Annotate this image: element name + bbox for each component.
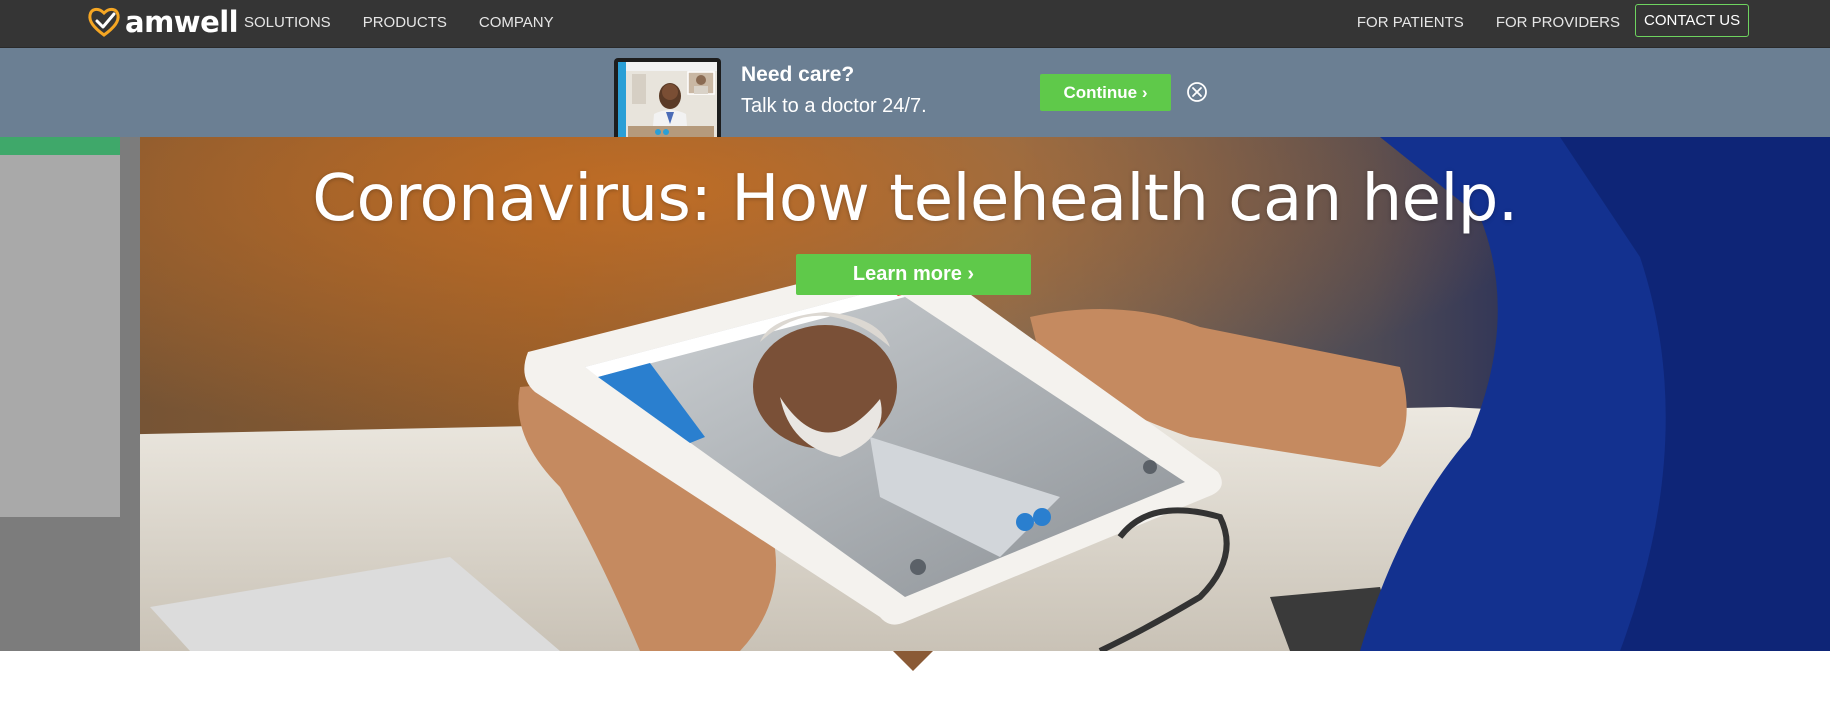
nav-for-providers[interactable]: FOR PROVIDERS <box>1496 14 1620 31</box>
learn-more-button[interactable]: Learn more › <box>796 254 1031 295</box>
nav-solutions[interactable]: SOLUTIONS <box>244 14 331 31</box>
amwell-logo[interactable]: amwell <box>87 4 239 40</box>
primary-nav: SOLUTIONS PRODUCTS COMPANY <box>244 0 586 44</box>
need-care-heading: Need care? <box>741 63 855 86</box>
heart-check-logo-icon <box>88 7 120 37</box>
hero-headline: Coronavirus: How telehealth can help. <box>312 162 1518 236</box>
need-care-banner: Need care? Talk to a doctor 24/7. Contin… <box>0 48 1830 138</box>
brand-name: amwell <box>125 5 239 39</box>
hero-section: Coronavirus: How telehealth can help. Le… <box>0 137 1830 651</box>
need-care-subtitle: Talk to a doctor 24/7. <box>741 95 927 117</box>
nav-for-patients[interactable]: FOR PATIENTS <box>1357 14 1464 31</box>
close-circle-icon[interactable] <box>1186 81 1208 103</box>
doctor-video-call-image <box>618 62 717 138</box>
continue-button[interactable]: Continue › <box>1040 74 1171 111</box>
nav-products[interactable]: PRODUCTS <box>363 14 447 31</box>
nav-company[interactable]: COMPANY <box>479 14 554 31</box>
top-navigation: amwell SOLUTIONS PRODUCTS COMPANY FOR PA… <box>0 0 1830 48</box>
section-pointer-arrow <box>893 651 933 671</box>
contact-us-button[interactable]: CONTACT US <box>1635 4 1750 37</box>
video-visit-thumbnail <box>614 58 721 138</box>
audience-nav: FOR PATIENTS FOR PROVIDERS <box>1325 0 1620 44</box>
